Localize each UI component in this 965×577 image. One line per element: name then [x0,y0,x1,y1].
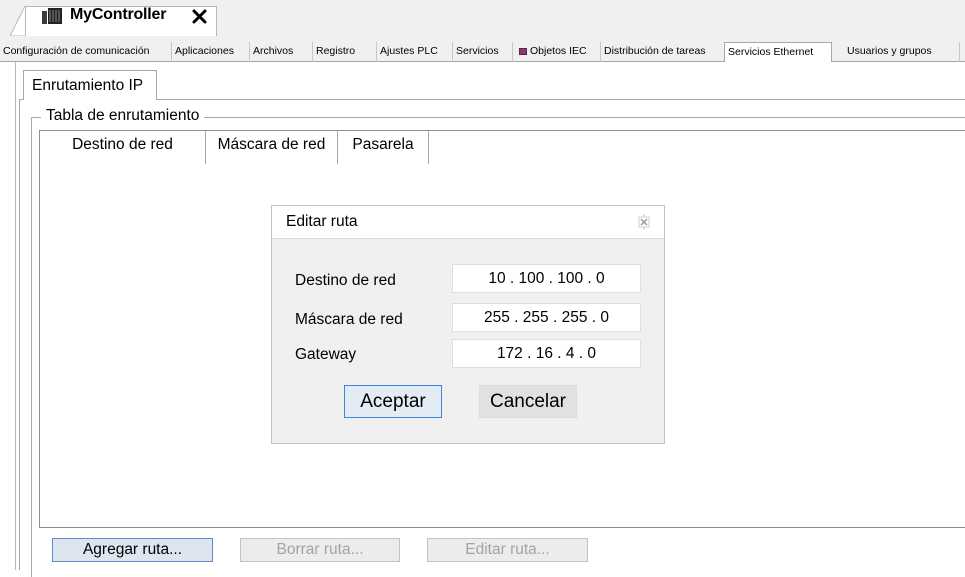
network-destination-label: Destino de red [295,272,396,289]
tab-applications[interactable]: Aplicaciones [172,42,250,62]
column-header-netmask[interactable]: Máscara de red [206,131,338,164]
edit-route-button[interactable]: Editar ruta... [427,538,588,562]
add-route-button[interactable]: Agregar ruta... [52,538,213,562]
tab-services[interactable]: Servicios [453,42,513,62]
gateway-label: Gateway [295,346,357,363]
tab-task-deployment[interactable]: Distribución de tareas [601,42,725,62]
tab-users-groups[interactable]: Usuarios y grupos [832,42,960,62]
tab-ip-routing[interactable]: Enrutamiento IP [23,70,157,100]
tab-label: Usuarios y grupos [847,45,932,57]
tab-label: Distribución de tareas [604,45,706,57]
tab-plc-settings[interactable]: Ajustes PLC [377,42,453,62]
tab-iec-objects[interactable]: Objetos IEC [513,42,601,62]
close-icon[interactable] [190,6,210,26]
column-header-gateway[interactable]: Pasarela [338,131,429,164]
network-destination-field[interactable]: 10 . 100 . 100 . 0 [452,264,641,293]
tab-label: Aplicaciones [175,45,234,57]
close-icon[interactable] [636,214,652,230]
routing-table-legend: Tabla de enrutamiento [41,106,205,126]
subtab-label: Enrutamiento IP [32,77,144,94]
gateway-field[interactable]: 172 . 16 . 4 . 0 [452,339,641,368]
tab-label: Archivos [253,45,294,57]
controller-icon [42,8,62,24]
dialog-title-bar: Editar ruta [272,206,664,239]
tab-label: Ajustes PLC [380,45,438,57]
iec-objects-icon [519,48,527,55]
tab-label: Servicios [456,45,499,57]
column-label: Destino de red [72,136,173,153]
device-editor-tabs: Configuración de comunicación Aplicacion… [0,42,965,63]
tab-label: Registro [316,45,356,57]
document-tab-title: MyController [70,6,167,23]
tab-label: Objetos IEC [530,45,587,57]
ok-button[interactable]: Aceptar [344,385,442,418]
tab-label: Configuración de comunicación [3,45,150,57]
tab-files[interactable]: Archivos [250,42,313,62]
dialog-title: Editar ruta [286,213,358,230]
column-label: Máscara de red [217,136,326,153]
netmask-field[interactable]: 255 . 255 . 255 . 0 [452,303,641,332]
edit-route-dialog: Editar ruta Destino de red 10 . 100 . 10… [271,205,665,444]
cancel-button[interactable]: Cancelar [479,385,577,418]
column-header-network-destination[interactable]: Destino de red [40,131,206,164]
document-tab-bar: MyController [0,0,965,42]
tab-log[interactable]: Registro [313,42,377,62]
netmask-label: Máscara de red [295,311,403,328]
tab-communication-settings[interactable]: Configuración de comunicación [0,42,172,62]
delete-route-button[interactable]: Borrar ruta... [240,538,400,562]
column-label: Pasarela [352,136,414,153]
tab-label: Servicios Ethernet [728,46,814,58]
tab-ethernet-services[interactable]: Servicios Ethernet [724,42,832,63]
